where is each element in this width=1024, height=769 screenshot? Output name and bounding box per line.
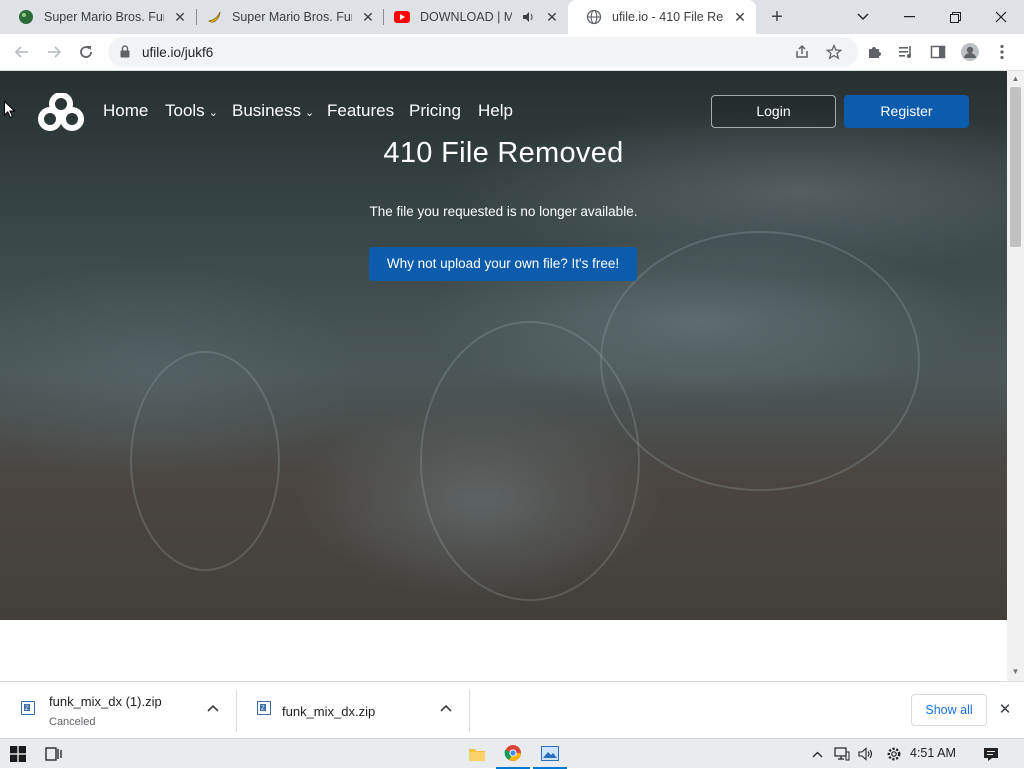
nav-features[interactable]: Features [327,101,394,121]
show-all-button[interactable]: Show all [911,694,987,726]
wave-decoration [600,231,920,491]
chevron-up-icon[interactable] [205,701,221,717]
nav-tools-label: Tools [165,101,205,120]
zip-file-icon: Z [20,700,36,716]
tab-search-button[interactable] [840,0,886,34]
network-icon[interactable] [833,745,851,763]
download-filename: funk_mix_dx.zip [282,704,376,719]
close-icon[interactable]: ✕ [544,9,560,25]
chevron-down-icon: ⌄ [208,107,218,119]
nav-pricing[interactable]: Pricing [409,101,461,121]
media-control-icon[interactable] [893,39,919,65]
image-viewer-icon[interactable] [533,739,567,769]
taskbar: 4:51 AM [0,738,1024,769]
download-item[interactable]: Z funk_mix_dx.zip [236,682,469,739]
restore-button[interactable] [932,0,978,34]
scrollbar-thumb[interactable] [1010,87,1021,247]
register-button[interactable]: Register [844,95,969,128]
mouse-cursor-icon [4,101,16,119]
download-status: Canceled [49,716,96,728]
bookmark-star-icon[interactable] [821,39,847,65]
tab-title: Super Mario Bros. Funk [232,10,352,24]
youtube-icon [394,9,410,25]
close-icon[interactable]: ✕ [172,9,188,25]
zip-file-icon: Z [256,700,272,716]
task-view-icon[interactable] [37,739,71,769]
banana-icon [206,9,222,25]
close-icon[interactable]: ✕ [732,9,748,25]
chevron-up-icon[interactable] [808,745,826,763]
minimize-button[interactable] [886,0,932,34]
tab-super-mario-funk-2[interactable]: Super Mario Bros. Funk ✕ [188,0,384,34]
tab-ufile-active[interactable]: ufile.io - 410 File Removed ✕ [568,0,756,34]
chevron-up-icon[interactable] [438,701,454,717]
browser-toolbar: ufile.io/jukf6 [0,34,1024,71]
lock-icon[interactable] [120,45,130,63]
forward-icon[interactable] [41,39,67,65]
nav-business[interactable]: Business ⌄ [232,101,314,121]
tab-super-mario-funk-1[interactable]: Super Mario Bros. Funk ✕ [0,0,196,34]
page-scrollbar[interactable]: ▲ ▼ [1007,71,1024,681]
nav-business-label: Business [232,101,301,120]
url-text: ufile.io/jukf6 [142,45,214,60]
profile-avatar-icon[interactable] [957,39,983,65]
page-title: 410 File Removed [383,137,624,169]
extensions-icon[interactable] [861,39,887,65]
side-panel-icon[interactable] [925,39,951,65]
download-item[interactable]: Z funk_mix_dx (1).zip Canceled [0,682,236,739]
tab-title: Super Mario Bros. Funk [44,10,164,24]
error-message: The file you requested is no longer avai… [369,204,638,219]
wave-decoration [130,351,280,571]
chevron-down-icon: ⌄ [304,107,315,119]
speaker-icon[interactable] [520,9,536,25]
more-menu-icon[interactable] [989,39,1015,65]
system-clock[interactable]: 4:51 AM [910,746,956,760]
hero-section: Home Tools ⌄ Business ⌄ Features Pricing H… [0,71,1007,620]
download-divider [469,690,470,732]
address-bar[interactable]: ufile.io/jukf6 [108,37,858,67]
windows-start-icon[interactable] [1,739,35,769]
nav-tools[interactable]: Tools ⌄ [165,101,218,121]
close-icon[interactable]: ✕ [996,701,1014,719]
chrome-icon[interactable] [496,739,530,769]
scroll-up-icon[interactable]: ▲ [1011,75,1020,83]
notifications-icon[interactable] [982,745,1000,763]
reload-icon[interactable] [73,39,99,65]
settings-gear-icon[interactable] [885,745,903,763]
web-page: Home Tools ⌄ Business ⌄ Features Pricing H… [0,71,1007,681]
new-tab-button[interactable]: + [766,6,788,28]
downloads-bar: Z funk_mix_dx (1).zip Canceled Z funk_mi… [0,681,1024,738]
scroll-down-icon[interactable]: ▼ [1011,668,1020,676]
tab-strip: Super Mario Bros. Funk ✕ Super Mario Bro… [0,0,1024,34]
game-icon [18,9,34,25]
svg-text:Z: Z [25,706,29,712]
tab-title: ufile.io - 410 File Removed [612,10,724,24]
nav-home[interactable]: Home [103,101,148,121]
browser-chrome: Super Mario Bros. Funk ✕ Super Mario Bro… [0,0,1024,71]
globe-icon [586,9,602,25]
tab-download-mario[interactable]: DOWNLOAD | MARIO ✕ [376,0,568,34]
ufile-logo[interactable] [38,92,84,131]
svg-text:Z: Z [261,706,265,712]
nav-help[interactable]: Help [478,101,513,121]
login-button[interactable]: Login [711,95,836,128]
tab-title: DOWNLOAD | MARIO [420,10,512,24]
share-icon[interactable] [789,39,815,65]
close-icon[interactable]: ✕ [360,9,376,25]
file-explorer-icon[interactable] [460,739,494,769]
volume-icon[interactable] [857,745,875,763]
upload-cta-button[interactable]: Why not upload your own file? It's free! [369,247,637,281]
back-icon[interactable] [9,39,35,65]
download-filename: funk_mix_dx (1).zip [49,694,162,709]
close-window-button[interactable] [978,0,1024,34]
